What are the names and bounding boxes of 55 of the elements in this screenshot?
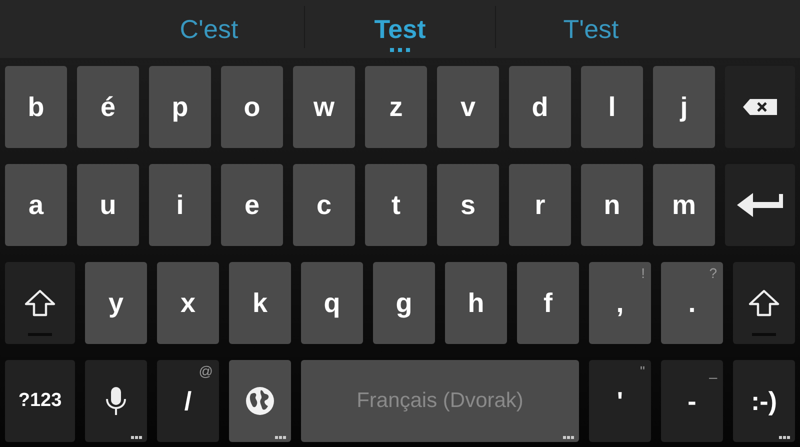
key[interactable]: o [221, 66, 283, 148]
key[interactable]: . ? [661, 262, 723, 344]
key[interactable] [85, 360, 147, 442]
backspace-icon [742, 98, 778, 116]
key[interactable]: q [301, 262, 363, 344]
key[interactable]: k [229, 262, 291, 344]
key[interactable]: i [149, 164, 211, 246]
shift-icon [24, 289, 56, 317]
key[interactable]: w [293, 66, 355, 148]
key[interactable] [733, 262, 795, 344]
key[interactable]: g [373, 262, 435, 344]
key[interactable]: s [437, 164, 499, 246]
key[interactable]: n [581, 164, 643, 246]
key[interactable] [725, 164, 795, 246]
key[interactable]: r [509, 164, 571, 246]
key[interactable]: b [5, 66, 67, 148]
key-hint: ! [641, 265, 645, 281]
key-hint: " [640, 363, 645, 379]
key[interactable]: é [77, 66, 139, 148]
key[interactable]: t [365, 164, 427, 246]
key[interactable]: / @ [157, 360, 219, 442]
key[interactable]: a [5, 164, 67, 246]
key[interactable]: y [85, 262, 147, 344]
shift-icon [748, 289, 780, 317]
key[interactable]: :-) [733, 360, 795, 442]
key[interactable]: l [581, 66, 643, 148]
key[interactable]: ?123 [5, 360, 75, 442]
globe-icon [245, 386, 275, 416]
key[interactable]: m [653, 164, 715, 246]
enter-icon [736, 192, 784, 218]
key[interactable]: p [149, 66, 211, 148]
suggestion[interactable]: Test [374, 14, 426, 44]
key[interactable]: f [517, 262, 579, 344]
key[interactable]: c [293, 164, 355, 246]
microphone-icon [104, 386, 128, 416]
key-hint: ? [709, 265, 717, 281]
key[interactable]: , ! [589, 262, 651, 344]
key[interactable]: h [445, 262, 507, 344]
key[interactable]: z [365, 66, 427, 148]
more-suggestions-icon [390, 48, 410, 52]
key[interactable]: - _ [661, 360, 723, 442]
key[interactable] [5, 262, 75, 344]
key[interactable]: v [437, 66, 499, 148]
key[interactable]: j [653, 66, 715, 148]
key[interactable]: d [509, 66, 571, 148]
key[interactable] [229, 360, 291, 442]
key-hint: _ [709, 363, 717, 379]
key[interactable]: u [77, 164, 139, 246]
suggestion[interactable]: T'est [563, 14, 619, 44]
suggestion[interactable]: C'est [180, 14, 238, 44]
key[interactable]: e [221, 164, 283, 246]
key[interactable]: ' " [589, 360, 651, 442]
key[interactable] [725, 66, 795, 148]
key-hint: @ [198, 363, 213, 379]
key[interactable]: x [157, 262, 219, 344]
